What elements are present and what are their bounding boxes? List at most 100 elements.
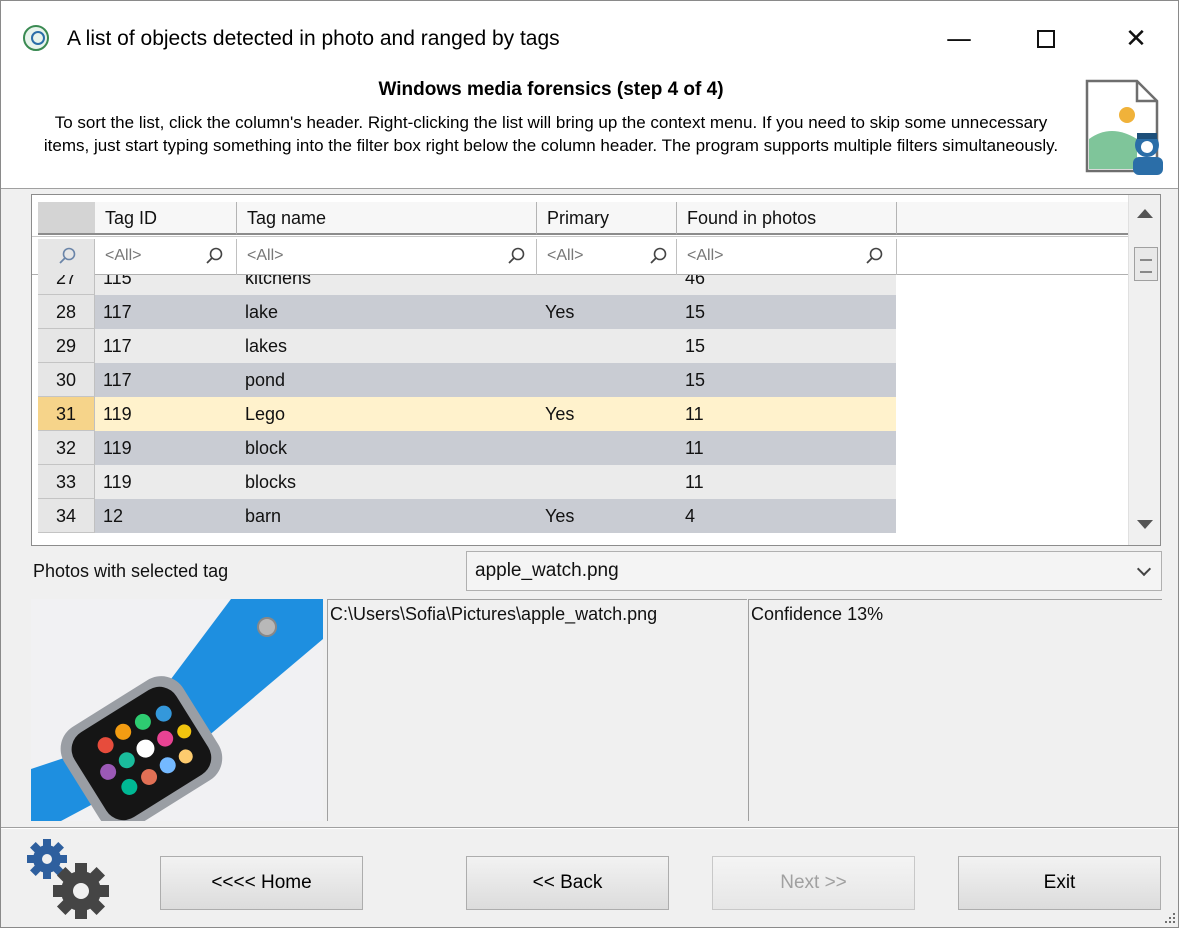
resize-grip-icon[interactable]: [1159, 909, 1177, 927]
cell-tag-id: 117: [95, 295, 237, 329]
cell-primary: [537, 329, 677, 363]
wizard-window: A list of objects detected in photo and …: [0, 0, 1179, 928]
photos-with-tag-label: Photos with selected tag: [33, 561, 229, 581]
filter-found-in-photos[interactable]: <All>: [677, 239, 897, 275]
instructions-text: To sort the list, click the column's hea…: [43, 113, 1059, 155]
cell-tag-name: barn: [237, 499, 537, 533]
app-icon: [23, 25, 49, 51]
maximize-button[interactable]: [1023, 19, 1069, 59]
column-header-found-in-photos[interactable]: Found in photos: [677, 202, 897, 235]
cell-tag-name: kitchens: [237, 275, 537, 295]
table-row-selected[interactable]: 31 119 Lego Yes 11: [38, 397, 896, 431]
table-row[interactable]: 29 117 lakes 15: [38, 329, 896, 363]
filter-primary[interactable]: <All>: [537, 239, 677, 275]
next-button[interactable]: Next >>: [712, 856, 915, 910]
filter-primary-value: <All>: [547, 247, 584, 264]
minimize-button[interactable]: —: [936, 19, 982, 59]
cell-primary: [537, 431, 677, 465]
cell-tag-id: 115: [95, 275, 237, 295]
photo-path: C:\Users\Sofia\Pictures\apple_watch.png: [327, 599, 747, 821]
title-bar: A list of objects detected in photo and …: [1, 1, 1178, 73]
cell-tag-name: lake: [237, 295, 537, 329]
filter-row: <All> <All> <All> <All>: [32, 239, 1128, 275]
row-number: 34: [38, 499, 95, 533]
cell-found: 46: [677, 275, 896, 295]
photo-dropdown[interactable]: apple_watch.png: [466, 551, 1162, 591]
photo-dropdown-value: apple_watch.png: [475, 560, 619, 581]
confidence-text: Confidence 13%: [748, 599, 1162, 821]
home-button[interactable]: <<<< Home: [160, 856, 363, 910]
scroll-thumb[interactable]: [1134, 247, 1158, 281]
filter-corner: [38, 239, 95, 275]
window-title: A list of objects detected in photo and …: [67, 27, 560, 50]
table-row[interactable]: 33 119 blocks 11: [38, 465, 896, 499]
cell-primary: [537, 465, 677, 499]
tags-grid[interactable]: Tag ID Tag name Primary Found in photos …: [31, 194, 1161, 546]
cell-found: 11: [677, 465, 896, 499]
gears-icon: [27, 839, 109, 919]
cell-tag-name: lakes: [237, 329, 537, 363]
row-number: 27: [38, 275, 95, 295]
cell-found: 15: [677, 329, 896, 363]
search-icon: [866, 247, 883, 264]
row-number: 29: [38, 329, 95, 363]
grid-corner-cell[interactable]: [38, 202, 95, 235]
photo-preview: [31, 599, 323, 821]
column-header-filler: [897, 202, 1128, 235]
photo-forensics-icon: [1085, 79, 1163, 175]
cell-tag-name: block: [237, 431, 537, 465]
table-row[interactable]: 34 12 barn Yes 4: [38, 499, 896, 533]
table-row[interactable]: 30 117 pond 15: [38, 363, 896, 397]
table-row[interactable]: 27 115 kitchens 46: [38, 275, 896, 295]
cell-primary: Yes: [537, 397, 677, 431]
close-button[interactable]: ✕: [1113, 19, 1159, 59]
filter-found-value: <All>: [687, 247, 724, 264]
cell-primary: [537, 275, 677, 295]
search-icon: [206, 247, 223, 264]
row-number: 31: [38, 397, 95, 431]
row-number: 33: [38, 465, 95, 499]
column-header-tag-name[interactable]: Tag name: [237, 202, 537, 235]
cell-tag-id: 119: [95, 465, 237, 499]
cell-found: 11: [677, 431, 896, 465]
filter-tag-name[interactable]: <All>: [237, 239, 537, 275]
step-title: Windows media forensics (step 4 of 4): [378, 79, 724, 100]
cell-tag-id: 117: [95, 329, 237, 363]
cell-tag-id: 117: [95, 363, 237, 397]
exit-button[interactable]: Exit: [958, 856, 1161, 910]
back-button[interactable]: << Back: [466, 856, 669, 910]
row-number: 28: [38, 295, 95, 329]
table-row[interactable]: 32 119 block 11: [38, 431, 896, 465]
scroll-down-arrow-icon[interactable]: [1137, 520, 1153, 529]
grid-header-row: Tag ID Tag name Primary Found in photos: [32, 195, 1128, 237]
vertical-scrollbar[interactable]: [1128, 195, 1160, 545]
wizard-header: Windows media forensics (step 4 of 4) To…: [1, 73, 1178, 189]
cell-found: 15: [677, 295, 896, 329]
cell-tag-id: 12: [95, 499, 237, 533]
filter-tag-id[interactable]: <All>: [95, 239, 237, 275]
cell-primary: Yes: [537, 295, 677, 329]
scroll-up-arrow-icon[interactable]: [1137, 209, 1153, 218]
cell-tag-id: 119: [95, 397, 237, 431]
search-icon: [59, 247, 76, 264]
column-header-tag-id[interactable]: Tag ID: [95, 202, 237, 235]
search-icon: [650, 247, 667, 264]
table-row[interactable]: 28 117 lake Yes 15: [38, 295, 896, 329]
cell-found: 15: [677, 363, 896, 397]
footer-divider: [1, 827, 1178, 829]
cell-tag-name: pond: [237, 363, 537, 397]
cell-primary: [537, 363, 677, 397]
row-number: 32: [38, 431, 95, 465]
cell-primary: Yes: [537, 499, 677, 533]
chevron-down-icon: [1136, 561, 1152, 577]
cell-tag-name: Lego: [237, 397, 537, 431]
column-header-primary[interactable]: Primary: [537, 202, 677, 235]
cell-found: 11: [677, 397, 896, 431]
grid-rows: 27 115 kitchens 46 28 117 lake Yes 15 29…: [38, 275, 1128, 545]
cell-found: 4: [677, 499, 896, 533]
cell-tag-name: blocks: [237, 465, 537, 499]
row-number: 30: [38, 363, 95, 397]
filter-tag-name-value: <All>: [247, 247, 284, 264]
cell-tag-id: 119: [95, 431, 237, 465]
apple-watch-photo: [31, 599, 323, 821]
